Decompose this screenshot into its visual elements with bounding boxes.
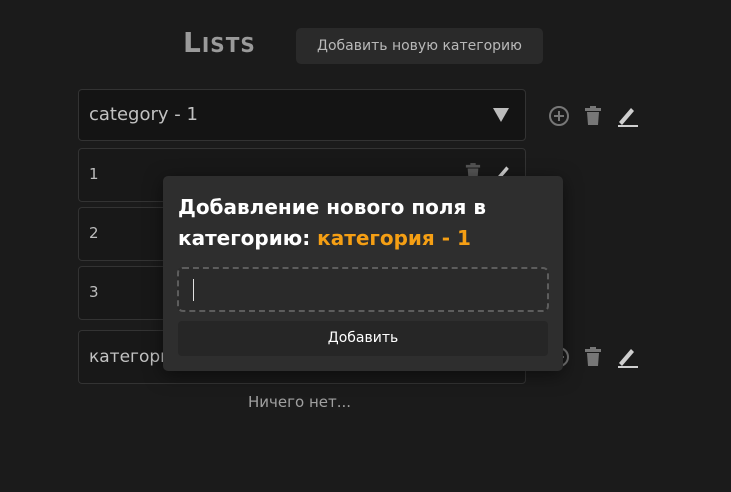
page-title: Lists: [183, 26, 256, 59]
app-page: Lists Добавить новую категорию category …: [0, 0, 731, 492]
new-field-input[interactable]: [177, 267, 549, 312]
add-field-modal: Добавление нового поля в категорию: кате…: [163, 176, 563, 371]
pencil-icon: [618, 108, 638, 127]
edit-category-button-2[interactable]: [615, 345, 639, 369]
list-item-label: 1: [89, 165, 99, 183]
trash-icon: [585, 347, 601, 366]
add-category-button[interactable]: Добавить новую категорию: [296, 28, 543, 64]
delete-category-button[interactable]: [581, 104, 605, 128]
edit-category-button[interactable]: [615, 104, 639, 128]
modal-title-category: категория - 1: [317, 226, 471, 250]
category-actions: [547, 102, 639, 130]
category-select-value: category - 1: [89, 104, 198, 125]
chevron-down-icon: [493, 108, 509, 122]
category-select[interactable]: category - 1: [78, 89, 526, 141]
add-field-submit-button[interactable]: Добавить: [178, 321, 548, 356]
trash-icon: [585, 106, 601, 125]
delete-category-button-2[interactable]: [581, 345, 605, 369]
empty-state-text: Ничего нет...: [248, 393, 352, 411]
list-item-label: 3: [89, 283, 99, 301]
header: Lists Добавить новую категорию: [0, 0, 731, 90]
list-item-label: 2: [89, 224, 99, 242]
add-field-button[interactable]: [547, 104, 571, 128]
modal-title: Добавление нового поля в категорию: кате…: [178, 192, 548, 254]
category-2-label: категори: [89, 347, 172, 367]
plus-circle-icon: [549, 106, 569, 126]
pencil-icon: [618, 349, 638, 368]
text-caret: [193, 279, 194, 301]
